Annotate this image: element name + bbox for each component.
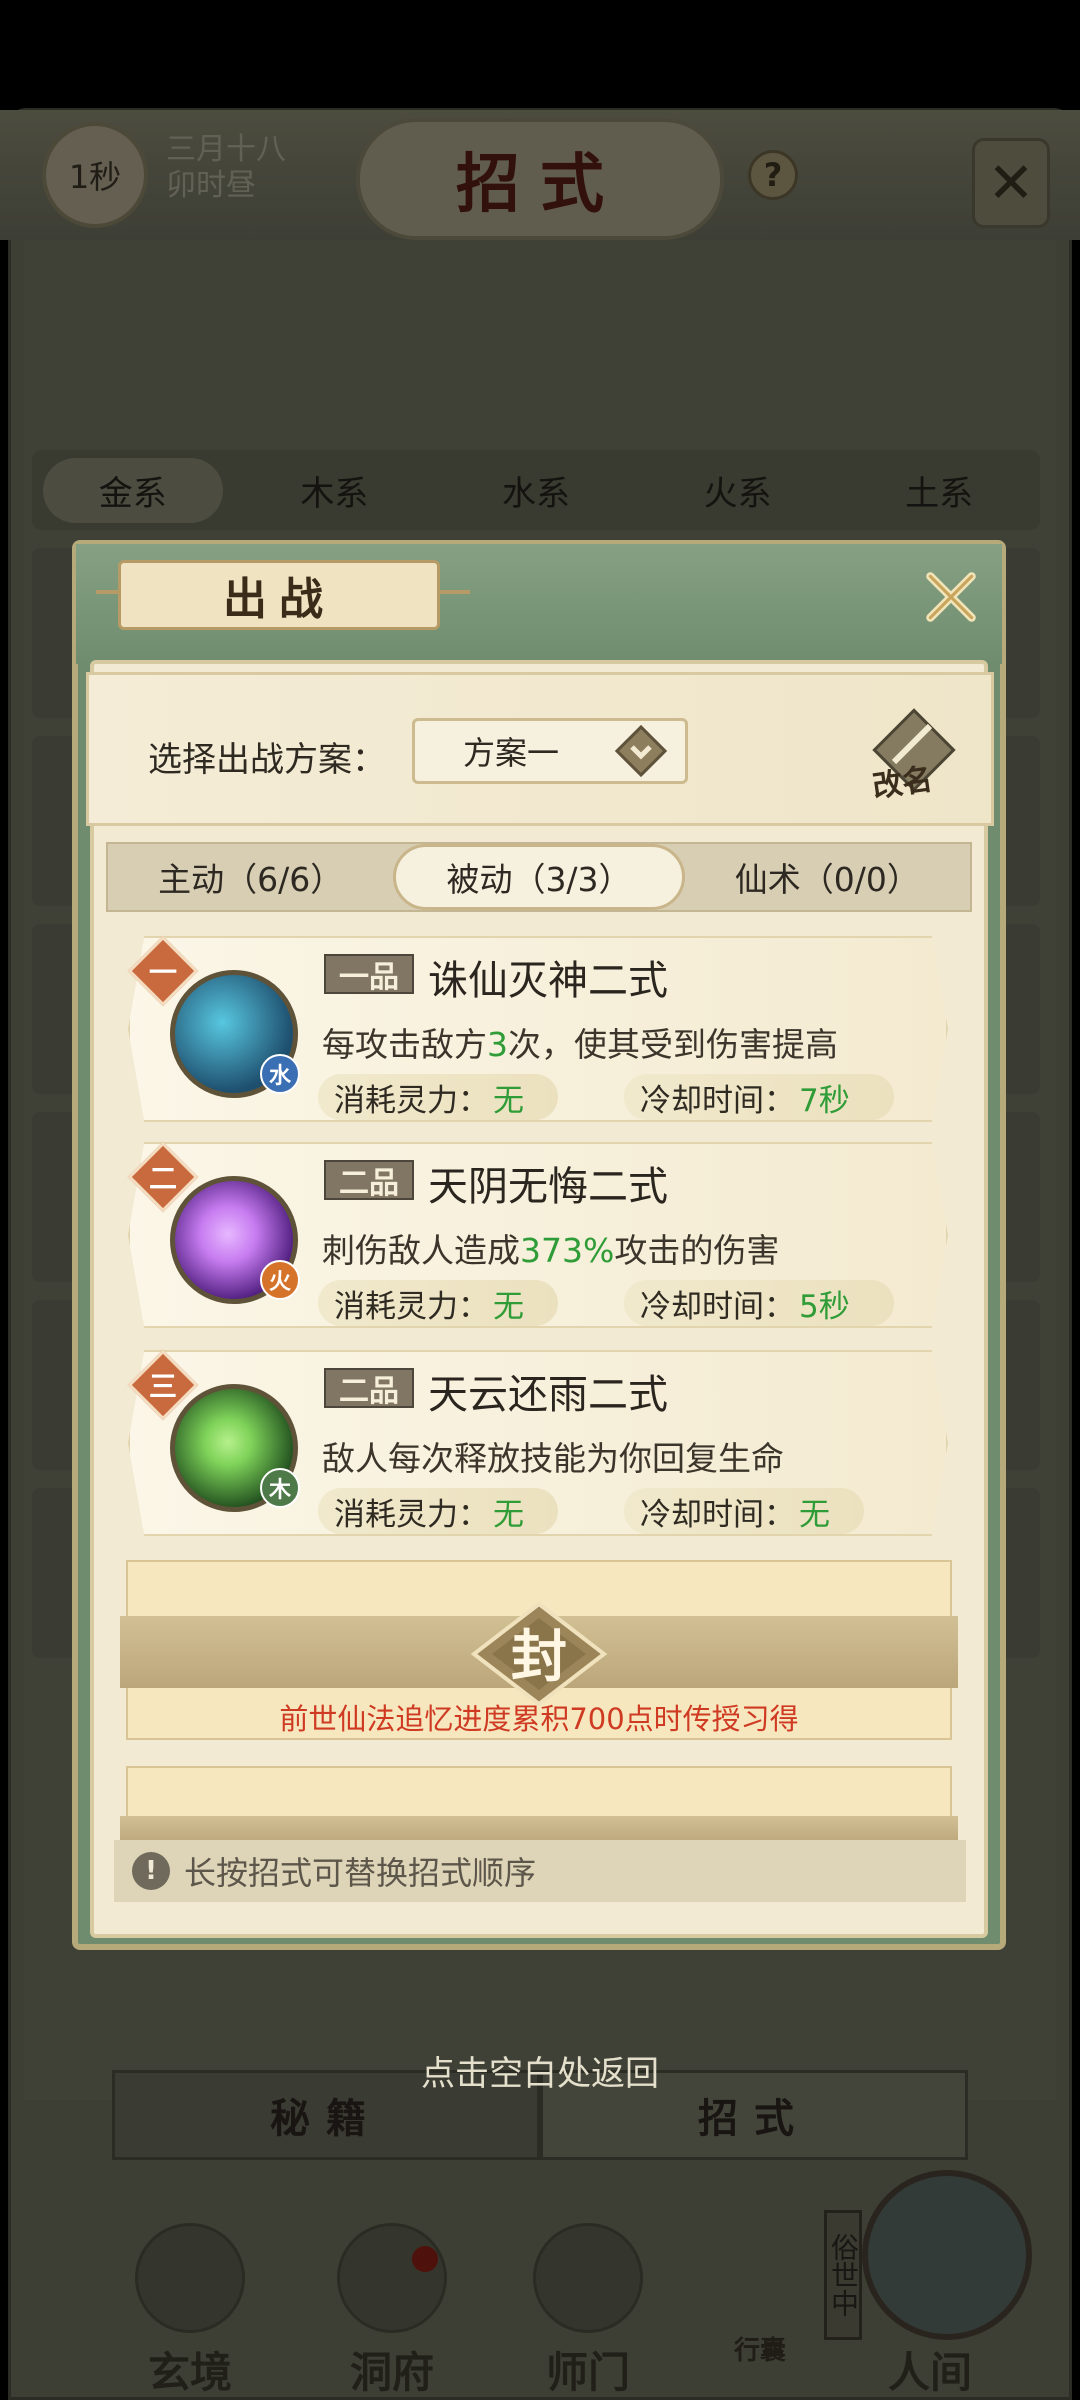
cost-stat: 消耗灵力：无 [318, 1074, 558, 1120]
plan-label: 选择出战方案： [148, 740, 386, 780]
tab-active[interactable]: 主动（6/6） [108, 844, 393, 910]
tab-metal[interactable]: 金系 [42, 457, 223, 523]
cost-stat: 消耗灵力：无 [318, 1280, 558, 1326]
tab-earth[interactable]: 土系 [849, 466, 1029, 515]
skill-desc: 每攻击敌方3次，使其受到伤害提高 [322, 1025, 838, 1064]
grade-tag: 一品 [324, 954, 414, 995]
page-title: 招式 [356, 118, 724, 240]
skill-desc: 敌人每次释放技能为你回复生命 [322, 1439, 784, 1478]
date-line-2: 卯时昼 [166, 168, 256, 203]
pavilion-icon [337, 2223, 447, 2333]
skill-name: 诛仙灭神二式 [428, 958, 668, 1004]
help-icon[interactable]: ? [748, 150, 798, 200]
tab-immortal-art[interactable]: 仙术（0/0） [685, 844, 970, 910]
scroll-icon [135, 2223, 245, 2333]
cooldown-stat: 冷却时间：无 [624, 1488, 864, 1534]
skill-desc: 刺伤敌人造成373%攻击的伤害 [322, 1231, 780, 1270]
tab-water[interactable]: 水系 [446, 466, 626, 515]
cooldown-stat: 冷却时间： 7秒 [624, 1074, 894, 1120]
date-text: 三月十八 卯时昼 [166, 132, 286, 204]
element-badge: 水 [260, 1054, 300, 1094]
notification-dot [412, 2246, 438, 2272]
element-tabs: 金系 木系 水系 火系 土系 [32, 450, 1040, 530]
modal-title: 出战 [118, 560, 440, 630]
close-icon [926, 572, 976, 622]
close-page-button[interactable]: ✕ [972, 138, 1050, 228]
nav-xuanjing[interactable]: 玄境 [110, 2200, 270, 2400]
rank-label: 一 [148, 956, 177, 989]
skill-name: 天阴无悔二式 [428, 1164, 668, 1210]
grade-tag: 二品 [324, 1160, 414, 1201]
tab-fire[interactable]: 火系 [648, 466, 828, 515]
return-hint[interactable]: 点击空白处返回 [0, 2046, 1080, 2095]
nav-dongfu[interactable]: 洞府 [312, 2200, 472, 2400]
nav-label: 行囊 [734, 2336, 787, 2366]
landscape-icon[interactable] [862, 2170, 1032, 2340]
nav-label: 玄境 [147, 2348, 232, 2397]
sealed-note: 前世仙法追忆进度累积700点时传授习得 [279, 1702, 799, 1736]
chevron-down-icon[interactable] [612, 722, 670, 780]
cooldown-stat: 冷却时间： 5秒 [624, 1280, 894, 1326]
tab-passive[interactable]: 被动（3/3） [393, 844, 685, 910]
cost-stat: 消耗灵力：无 [318, 1488, 558, 1534]
rename-button[interactable]: 改名 [869, 754, 935, 806]
plan-select-value: 方案一 [463, 734, 560, 772]
time-badge[interactable]: 1秒 [42, 122, 148, 228]
nav-bag[interactable]: 行囊 [734, 2330, 786, 2367]
close-icon: ✕ [987, 150, 1035, 216]
tip-text: 长按招式可替换招式顺序 [184, 1854, 537, 1892]
element-badge: 火 [260, 1260, 300, 1300]
close-modal-button[interactable] [916, 562, 986, 632]
grade-tag: 二品 [324, 1368, 414, 1409]
skill-name: 天云还雨二式 [428, 1372, 668, 1418]
nav-label: 师门 [545, 2348, 630, 2397]
info-icon: ! [132, 1852, 170, 1890]
banner-icon [533, 2223, 643, 2333]
nav-label: 洞府 [349, 2348, 434, 2397]
nav-shimen[interactable]: 师门 [508, 2200, 668, 2400]
skill-type-tabs: 主动（6/6） 被动（3/3） 仙术（0/0） [106, 842, 972, 912]
rank-label: 二 [148, 1162, 177, 1195]
rank-label: 三 [148, 1370, 177, 1403]
world-status-tag: 俗世中 [824, 2210, 862, 2340]
tab-wood[interactable]: 木系 [244, 466, 424, 515]
date-line-1: 三月十八 [166, 132, 286, 167]
element-badge: 木 [260, 1468, 300, 1508]
plaque-ornament [440, 590, 470, 594]
seal-glyph: 封 [511, 1624, 567, 1690]
nav-label: 人间 [887, 2348, 972, 2397]
tip-bar: ! 长按招式可替换招式顺序 [114, 1840, 966, 1902]
